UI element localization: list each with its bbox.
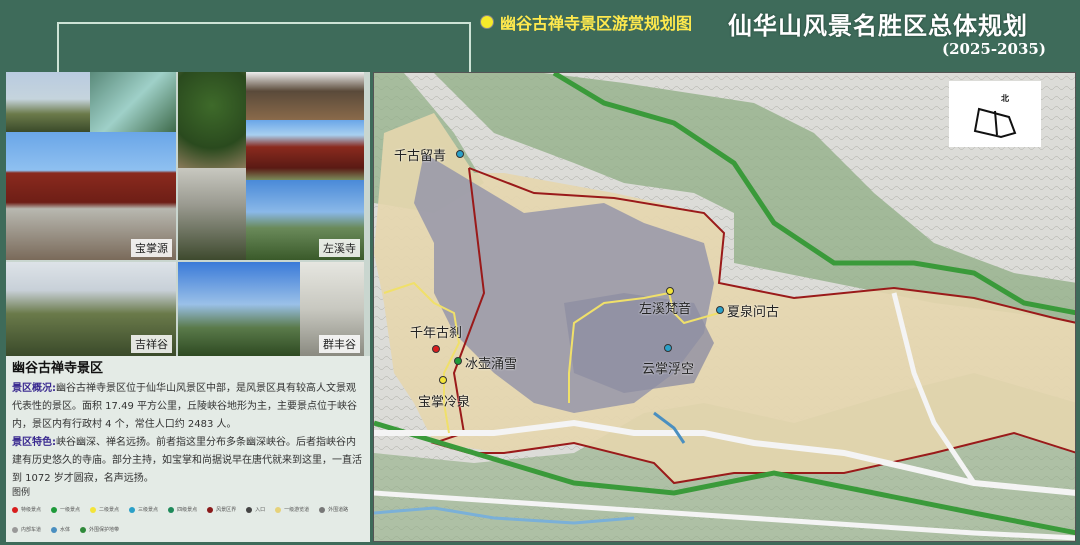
legend-item: 外围保护地带: [80, 521, 119, 539]
legend-item: 外围道路: [319, 501, 348, 519]
photo-caption: 群丰谷: [319, 335, 360, 353]
legend-label: 内部车道: [21, 527, 42, 533]
legend-item: 一级景点: [51, 501, 80, 519]
legend-label: 入口: [255, 507, 266, 513]
photo-stream: [90, 72, 176, 132]
legend-swatch: [319, 507, 326, 513]
spot-xiaquan[interactable]: [716, 306, 724, 314]
photo-caption: 左溪寺: [319, 239, 360, 257]
legend-title: 图例: [12, 488, 31, 498]
label-qiangu: 千古留青: [394, 149, 447, 164]
photo-gate: [178, 168, 246, 260]
photo-temple-main: 宝掌源: [6, 132, 176, 260]
legend-swatch: [207, 507, 214, 513]
legend-item: 内部车道: [12, 521, 41, 539]
legend-label: 外围道路: [328, 507, 349, 513]
legend-label: 外围保护地带: [89, 527, 120, 533]
photo-hall: [246, 120, 364, 180]
overview-text: 幽谷古禅寺景区位于仙华山风景区中部，是风景区具有较高人文景观代表性的景区。面积 …: [12, 383, 357, 430]
legend-swatch: [51, 527, 58, 533]
legend-swatch: [51, 507, 58, 513]
map-subtitle: 幽谷古禅寺景区游赏规划图: [480, 10, 692, 34]
overview-label: 景区概况:: [12, 383, 56, 394]
legend-item: 三级景点: [129, 501, 158, 519]
spot-binghu[interactable]: [454, 357, 462, 365]
info-heading: 幽谷古禅寺景区: [12, 361, 104, 376]
legend-swatch: [275, 507, 282, 513]
photo-stele: 群丰谷: [300, 262, 364, 356]
legend-swatch: [12, 527, 18, 533]
legend: 特级景点 一级景点 二级景点 三级景点 四级景点 风景区界 入口 一级游览道 外围道路内部车道 水…: [12, 501, 364, 539]
label-yunzhang: 云掌浮空: [642, 362, 695, 377]
overview-paragraph: 景区概况:幽谷古禅寺景区位于仙华山风景区中部，是风景区具有较高人文景观代表性的景…: [12, 380, 364, 434]
label-xiaquan: 夏泉问古: [727, 305, 780, 320]
spot-baozhang[interactable]: [439, 376, 447, 384]
legend-label: 三级景点: [138, 507, 159, 513]
north-compass: 北: [949, 81, 1041, 147]
legend-item: 四级景点: [168, 501, 197, 519]
legend-item: 二级景点: [90, 501, 119, 519]
legend-swatch: [90, 507, 97, 513]
scenic-info: 幽谷古禅寺景区 景区概况:幽谷古禅寺景区位于仙华山风景区中部，是风景区具有较高人…: [6, 356, 370, 542]
plan-title: 仙华山风景名胜区总体规划: [728, 11, 1028, 40]
legend-label: 一级景点: [60, 507, 81, 513]
legend-item: 风景区界: [207, 501, 236, 519]
label-binghu: 冰壶涌雪: [465, 357, 518, 372]
legend-item: 一级游览道: [275, 501, 309, 519]
photo-pavilion: [246, 72, 364, 120]
photo-zuoxi: 左溪寺: [246, 180, 364, 260]
photo-tree: [178, 72, 246, 168]
legend-swatch: [80, 527, 87, 533]
photo-hills: [178, 262, 300, 356]
label-qiannian: 千年古刹: [410, 326, 463, 341]
legend-label: 风景区界: [216, 507, 237, 513]
legend-swatch: [246, 507, 253, 513]
legend-item: 入口: [246, 501, 265, 519]
legend-label: 特级景点: [21, 507, 42, 513]
photo-mountain: [6, 72, 90, 132]
spot-qiangu[interactable]: [456, 150, 464, 158]
title-frame: [57, 22, 471, 74]
legend-label: 四级景点: [177, 507, 198, 513]
legend-label: 水体: [60, 527, 71, 533]
legend-label: 二级景点: [99, 507, 120, 513]
legend-item: 水体: [51, 521, 70, 539]
feature-label: 景区特色:: [12, 437, 56, 448]
spot-zuoxi[interactable]: [666, 287, 674, 295]
legend-swatch: [129, 507, 136, 513]
photo-caption: 宝掌源: [131, 239, 172, 257]
legend-item: 特级景点: [12, 501, 41, 519]
subtitle-text: 幽谷古禅寺景区游赏规划图: [500, 14, 693, 33]
map-area[interactable]: 北 千古留青 千年古刹 冰壶涌雪 宝掌冷泉 左溪梵音 夏泉问古 云掌浮空: [373, 72, 1076, 542]
yellow-dot-icon: [480, 15, 494, 29]
label-baozhang: 宝掌冷泉: [418, 395, 471, 410]
legend-swatch: [12, 507, 18, 513]
legend-label: 一级游览道: [284, 507, 310, 513]
feature-paragraph: 景区特色:峡谷幽深、禅名远扬。前者指这里分布多条幽深峡谷。后者指峡谷内建有历史悠…: [12, 434, 364, 488]
photo-caption: 吉祥谷: [131, 335, 172, 353]
photo-jixiang: 吉祥谷: [6, 262, 176, 356]
plan-years: (2025-2035): [942, 40, 1046, 58]
spot-qiannian[interactable]: [432, 345, 440, 353]
legend-swatch: [168, 507, 175, 513]
feature-text: 峡谷幽深、禅名远扬。前者指这里分布多条幽深峡谷。后者指峡谷内建有历史悠久的寺庙。…: [12, 437, 362, 484]
spot-yunzhang[interactable]: [664, 344, 672, 352]
label-zuoxi: 左溪梵音: [639, 302, 692, 317]
